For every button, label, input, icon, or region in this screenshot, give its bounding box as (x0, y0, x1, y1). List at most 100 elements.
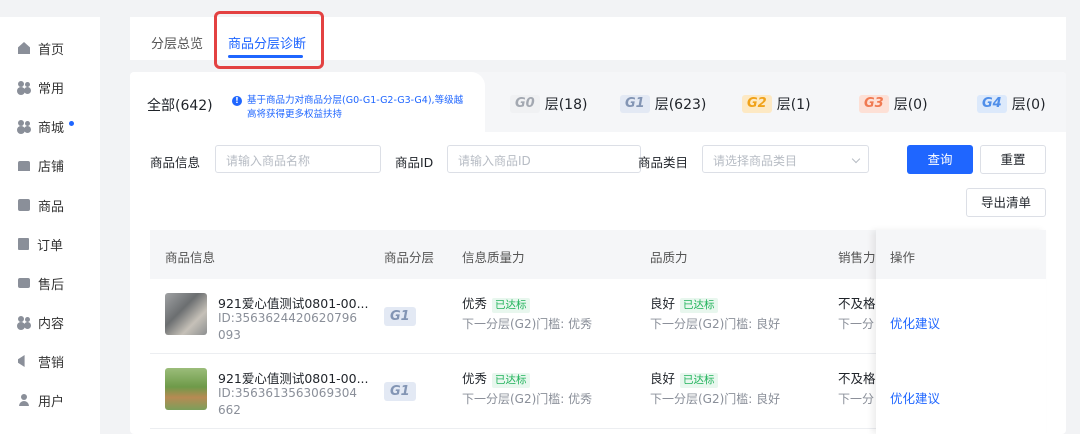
sidebar: 首页 常用 商城 店铺 商品 订单 售后 内容 营销 用户 (0, 17, 100, 434)
info-quality-value: 优秀 已达标 (462, 368, 530, 388)
column-header: 商品信息 (165, 250, 216, 265)
sidebar-item-label: 售后 (38, 277, 65, 293)
search-button[interactable]: 查询 (907, 145, 973, 174)
product-thumbnail[interactable] (165, 368, 207, 410)
quality-value: 良好 已达标 (650, 368, 718, 388)
megaphone-icon (18, 355, 25, 367)
product-thumbnail[interactable] (165, 293, 207, 335)
column-header: 操作 (876, 230, 1046, 279)
sidebar-item-store[interactable]: 店铺 (18, 155, 64, 175)
tier-tab-g1[interactable]: G1 层(623) (620, 94, 706, 114)
tier-tab-g0[interactable]: G0 层(18) (510, 94, 587, 114)
sales-next: 下一分 (838, 317, 875, 331)
sidebar-item-aftersale[interactable]: 售后 (18, 273, 64, 293)
category-label: 商品类目 (638, 155, 689, 170)
quality-text: 良好 (650, 296, 676, 311)
product-id-label: 商品ID (395, 155, 434, 170)
tier-tag: G1 (384, 382, 416, 401)
inbox-icon (18, 278, 30, 288)
sidebar-item-users[interactable]: 用户 (18, 390, 64, 410)
product-id: ID:3563624420620796093 (218, 311, 357, 342)
sidebar-item-common[interactable]: 常用 (18, 77, 64, 97)
category-select[interactable]: 请选择商品类目 (702, 145, 869, 173)
status-badge: 已达标 (680, 298, 718, 313)
column-header: 销售力 (838, 250, 876, 265)
tier-badge: G4 (977, 95, 1007, 113)
status-badge: 已达标 (680, 373, 718, 388)
export-button[interactable]: 导出清单 (966, 188, 1046, 217)
tier-label: 层(18) (544, 97, 588, 113)
sidebar-item-label: 订单 (37, 238, 64, 254)
tier-note: 基于商品力对商品分层(G0-G1-G2-G3-G4),等级越高将获得更多权益扶持 (247, 95, 464, 120)
tier-badge: G1 (620, 95, 650, 113)
tier-tab-g3[interactable]: G3 层(0) (859, 94, 928, 114)
sidebar-item-home[interactable]: 首页 (18, 38, 64, 58)
sidebar-item-label: 内容 (38, 316, 65, 332)
sidebar-item-content[interactable]: 内容 (18, 312, 64, 332)
tier-badge: G0 (510, 95, 540, 113)
tier-all-label: 全部(642) (147, 98, 213, 114)
action-column: 操作 优化建议 优化建议 (876, 230, 1046, 434)
reset-button[interactable]: 重置 (980, 145, 1046, 174)
sidebar-item-label: 店铺 (38, 159, 65, 175)
optimize-suggestion-link[interactable]: 优化建议 (890, 313, 940, 332)
status-badge: 已达标 (492, 298, 530, 313)
column-header: 品质力 (650, 250, 688, 265)
sales-next: 下一分 (838, 392, 875, 406)
tier-tab-g2[interactable]: G2 层(1) (742, 94, 811, 114)
main-panel: 全部(642) ! 基于商品力对商品分层(G0-G1-G2-G3-G4),等级越… (130, 72, 1066, 434)
tier-label: 层(1) (776, 97, 811, 113)
sales-value: 不及格 (838, 296, 876, 311)
sidebar-item-mall[interactable]: 商城 (18, 116, 75, 136)
quality-value: 良好 已达标 (650, 293, 718, 313)
shop-icon (18, 161, 30, 171)
product-id: ID:3563613563069304662 (218, 386, 357, 417)
tier-tab-all[interactable]: 全部(642) ! 基于商品力对商品分层(G0-G1-G2-G3-G4),等级越… (130, 72, 485, 132)
info-quality-text: 优秀 (462, 296, 488, 311)
people-icon (18, 81, 30, 93)
highlight-box (214, 11, 324, 69)
tier-tag: G1 (384, 307, 416, 326)
optimize-suggestion-link[interactable]: 优化建议 (890, 388, 940, 407)
sidebar-item-label: 商城 (38, 120, 65, 136)
sidebar-item-marketing[interactable]: 营销 (18, 351, 64, 371)
info-quality-text: 优秀 (462, 371, 488, 386)
people-icon (18, 316, 30, 328)
column-header: 商品分层 (384, 250, 435, 265)
new-dot-indicator (69, 120, 75, 126)
people-icon (18, 120, 30, 132)
sidebar-item-label: 常用 (38, 81, 65, 97)
product-name-input[interactable]: 请输入商品名称 (215, 145, 381, 173)
info-icon: ! (232, 96, 242, 106)
tab-bar: 分层总览 商品分层诊断 (130, 11, 1066, 69)
sidebar-item-orders[interactable]: 订单 (18, 234, 63, 254)
tier-badge: G2 (742, 95, 772, 113)
sidebar-item-label: 营销 (38, 355, 65, 371)
product-info-label: 商品信息 (150, 155, 201, 170)
sidebar-item-label: 商品 (38, 199, 65, 215)
info-quality-value: 优秀 已达标 (462, 293, 530, 313)
sidebar-item-label: 用户 (38, 394, 65, 410)
status-badge: 已达标 (492, 373, 530, 388)
chevron-down-icon (851, 154, 861, 164)
product-id-input[interactable]: 请输入商品ID (447, 145, 641, 173)
column-header: 信息质量力 (462, 250, 525, 265)
info-quality-next: 下一分层(G2)门槛: 优秀 (462, 317, 593, 331)
tier-tab-g4[interactable]: G4 层(0) (977, 94, 1046, 114)
quality-next: 下一分层(G2)门槛: 良好 (650, 392, 781, 406)
sidebar-item-label: 首页 (38, 42, 65, 58)
tab-overview[interactable]: 分层总览 (151, 33, 203, 52)
sales-value: 不及格 (838, 371, 876, 386)
info-quality-next: 下一分层(G2)门槛: 优秀 (462, 392, 593, 406)
tier-label: 层(0) (893, 97, 928, 113)
tier-label: 层(0) (1011, 97, 1046, 113)
sidebar-item-products[interactable]: 商品 (18, 195, 64, 215)
doc-icon (18, 238, 29, 250)
tier-label: 层(623) (654, 97, 707, 113)
tier-bar: 全部(642) ! 基于商品力对商品分层(G0-G1-G2-G3-G4),等级越… (130, 72, 1066, 132)
user-icon (18, 394, 30, 406)
category-placeholder: 请选择商品类目 (713, 154, 798, 168)
tier-badge: G3 (859, 95, 889, 113)
box-icon (18, 199, 30, 211)
quality-next: 下一分层(G2)门槛: 良好 (650, 317, 781, 331)
